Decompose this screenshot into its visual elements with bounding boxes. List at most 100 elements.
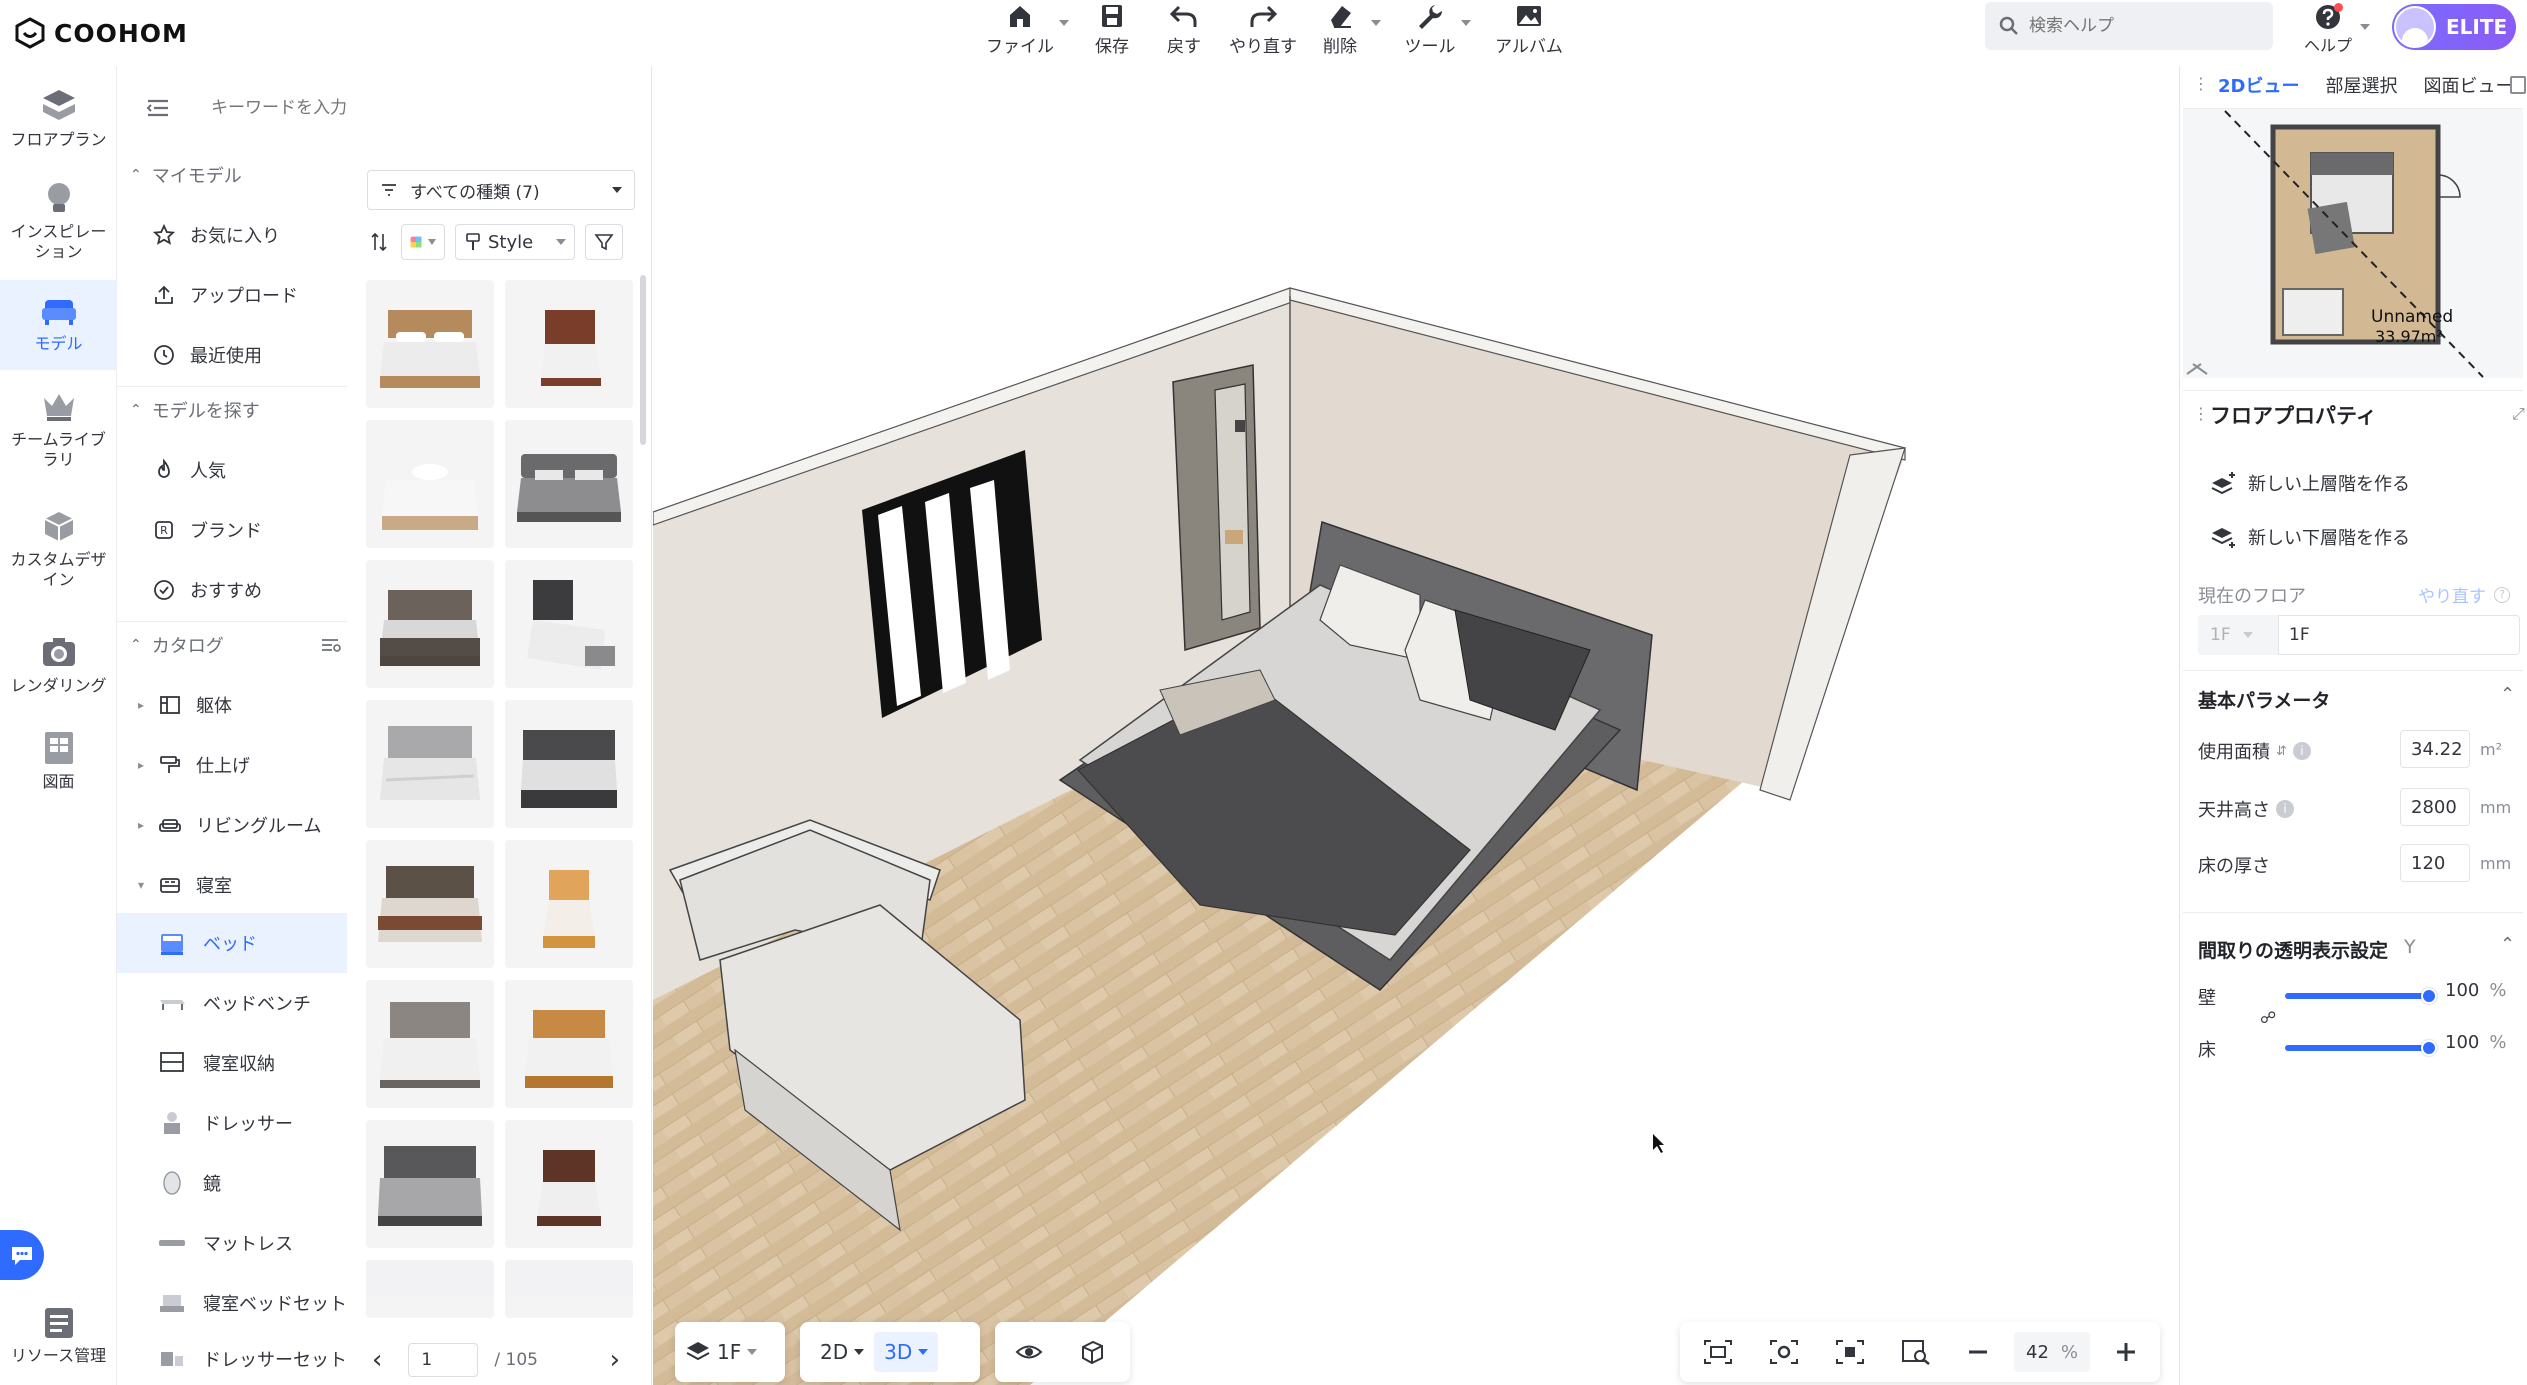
nav-inspiration[interactable]: インスピレーション bbox=[0, 178, 117, 278]
model-thumbnail[interactable] bbox=[366, 840, 494, 968]
floorplan-minimap[interactable]: Unnamed 33.97m² bbox=[2183, 108, 2523, 378]
slider-knob[interactable] bbox=[2421, 988, 2437, 1004]
tab-room-select[interactable]: 部屋選択 bbox=[2325, 72, 2397, 104]
model-thumbnail[interactable] bbox=[505, 420, 633, 548]
prev-page-icon[interactable]: ‹ bbox=[372, 1345, 382, 1375]
zoom-to-fit-button[interactable] bbox=[1890, 1332, 1942, 1372]
drag-handle-icon[interactable]: ⋮ bbox=[2193, 74, 2209, 93]
nav-rendering[interactable]: レンダリング bbox=[0, 632, 117, 712]
3d-room-scene[interactable] bbox=[653, 66, 2179, 1385]
model-thumbnail[interactable] bbox=[366, 980, 494, 1108]
bedroom-sub-mattress[interactable]: マットレス bbox=[117, 1213, 347, 1273]
bedroom-sub-bed[interactable]: ベッド bbox=[117, 913, 347, 973]
floor-opacity-slider[interactable] bbox=[2285, 1040, 2437, 1056]
3d-viewport[interactable] bbox=[653, 66, 2179, 1385]
undo-button[interactable]: 戻す bbox=[1157, 0, 1211, 58]
my-models-recent[interactable]: 最近使用 bbox=[152, 342, 262, 368]
ceiling-height-field[interactable]: 2800 mm bbox=[2400, 788, 2520, 826]
link-icon[interactable]: ☍ bbox=[2260, 1008, 2276, 1027]
my-models-section[interactable]: ⌃ マイモデル bbox=[130, 162, 242, 188]
visibility-button[interactable] bbox=[1005, 1332, 1053, 1372]
results-scrollbar[interactable] bbox=[640, 275, 646, 445]
catalog-settings-icon[interactable] bbox=[320, 635, 342, 655]
sort-button[interactable] bbox=[367, 224, 391, 260]
view-2d-button[interactable]: 2D bbox=[810, 1332, 874, 1372]
find-models-popular[interactable]: 人気 bbox=[152, 457, 226, 483]
model-thumbnail[interactable] bbox=[366, 1120, 494, 1248]
zoom-level-field[interactable]: 42 % bbox=[2014, 1332, 2090, 1372]
model-thumbnail[interactable] bbox=[505, 980, 633, 1108]
bedroom-sub-storage[interactable]: 寝室収納 bbox=[117, 1033, 347, 1093]
model-thumbnail[interactable] bbox=[366, 700, 494, 828]
bedroom-sub-dresser-set[interactable]: ドレッサーセット bbox=[117, 1333, 347, 1385]
view-3d-button[interactable]: 3D bbox=[874, 1332, 939, 1372]
new-lower-floor-button[interactable]: 新しい下層階を作る bbox=[2210, 524, 2410, 550]
find-models-recommended[interactable]: おすすめ bbox=[152, 577, 262, 603]
floor-selector[interactable]: 1F bbox=[675, 1322, 785, 1382]
help-search-box[interactable] bbox=[1985, 2, 2273, 50]
nav-resource-management[interactable]: リソース管理 bbox=[0, 1302, 117, 1382]
floor-thickness-field[interactable]: 120 mm bbox=[2400, 844, 2520, 882]
find-models-brand[interactable]: R ブランド bbox=[152, 517, 262, 543]
bedroom-sub-dresser[interactable]: ドレッサー bbox=[117, 1093, 347, 1153]
cube-view-button[interactable] bbox=[1069, 1332, 1115, 1372]
help-button[interactable]: ヘルプ bbox=[2298, 2, 2370, 58]
my-models-upload[interactable]: アップロード bbox=[152, 282, 298, 308]
catalog-item-living-room[interactable]: ▸ リビングルーム bbox=[138, 812, 322, 838]
color-filter-button[interactable] bbox=[401, 224, 445, 260]
my-models-favorites[interactable]: お気に入り bbox=[152, 222, 280, 248]
floor-name-input[interactable]: 1F bbox=[2278, 615, 2520, 655]
model-thumbnail[interactable] bbox=[505, 700, 633, 828]
chevron-up-icon[interactable]: ⌃ bbox=[2500, 934, 2515, 955]
style-filter-button[interactable]: Style bbox=[455, 224, 575, 260]
account-badge[interactable]: ELITE bbox=[2392, 4, 2516, 50]
area-field[interactable]: 34.22 m² bbox=[2400, 730, 2520, 768]
model-thumbnail[interactable] bbox=[505, 280, 633, 408]
zoom-out-button[interactable] bbox=[1956, 1332, 2000, 1372]
drag-handle-icon[interactable]: ⋮ bbox=[2193, 404, 2209, 423]
collapse-menu-icon[interactable] bbox=[145, 95, 171, 121]
tools-button[interactable]: ツール bbox=[1403, 0, 1471, 58]
catalog-item-finishes[interactable]: ▸ 仕上げ bbox=[138, 752, 250, 778]
help-search-input[interactable] bbox=[2029, 16, 2259, 36]
page-number-input[interactable]: 1 bbox=[408, 1343, 479, 1377]
zoom-in-button[interactable] bbox=[2104, 1332, 2148, 1372]
model-thumbnail[interactable] bbox=[505, 560, 633, 688]
catalog-item-structure[interactable]: ▸ 躯体 bbox=[138, 692, 232, 718]
next-page-icon[interactable]: › bbox=[610, 1345, 620, 1375]
sort-toggle-icon[interactable]: ⇵ bbox=[2276, 744, 2287, 759]
redo-floor-link[interactable]: やり直す ? bbox=[2418, 582, 2510, 607]
advanced-filter-button[interactable] bbox=[585, 224, 623, 260]
delete-button[interactable]: 削除 bbox=[1313, 0, 1381, 58]
tab-2d-view[interactable]: 2Dビュー bbox=[2218, 72, 2299, 104]
floor-layers-button[interactable]: 1F bbox=[675, 1332, 767, 1372]
type-filter-select[interactable]: すべての種類 (7) bbox=[367, 170, 635, 210]
model-thumbnail[interactable] bbox=[366, 1260, 494, 1318]
catalog-section[interactable]: ⌃ カタログ bbox=[130, 632, 342, 658]
file-button[interactable]: ファイル bbox=[985, 0, 1069, 58]
model-thumbnail[interactable] bbox=[366, 420, 494, 548]
tab-drawing-view[interactable]: 図面ビュー bbox=[2423, 72, 2513, 104]
model-thumbnail[interactable] bbox=[366, 560, 494, 688]
model-thumbnail[interactable] bbox=[366, 280, 494, 408]
bedroom-sub-bed-set[interactable]: 寝室ベッドセット bbox=[117, 1273, 347, 1333]
slider-knob[interactable] bbox=[2421, 1040, 2437, 1056]
chevron-up-icon[interactable]: ⌃ bbox=[2500, 684, 2515, 705]
new-upper-floor-button[interactable]: 新しい上層階を作る bbox=[2210, 470, 2410, 496]
bedroom-sub-bed-bench[interactable]: ベッドベンチ bbox=[117, 973, 347, 1033]
floor-dropdown[interactable]: 1F bbox=[2198, 615, 2278, 655]
find-models-section[interactable]: ⌃ モデルを探す bbox=[130, 397, 260, 423]
model-thumbnail[interactable] bbox=[505, 840, 633, 968]
expand-panel-icon[interactable]: ⤢ bbox=[2512, 404, 2525, 424]
save-button[interactable]: 保存 bbox=[1085, 0, 1139, 58]
nav-drawing[interactable]: 図面 bbox=[0, 728, 117, 808]
panel-toggle-icon[interactable] bbox=[2510, 76, 2526, 94]
fit-view-button[interactable] bbox=[1824, 1332, 1876, 1372]
nav-floorplan[interactable]: フロアプラン bbox=[0, 86, 117, 176]
model-thumbnail[interactable] bbox=[505, 1120, 633, 1248]
nav-custom-design[interactable]: カスタムデザイン bbox=[0, 506, 117, 606]
nav-models[interactable]: モデル bbox=[0, 280, 117, 370]
nav-team-library[interactable]: チームライブラリ bbox=[0, 386, 117, 486]
bedroom-sub-mirror[interactable]: 鏡 bbox=[117, 1153, 347, 1213]
redo-button[interactable]: やり直す bbox=[1223, 0, 1303, 58]
